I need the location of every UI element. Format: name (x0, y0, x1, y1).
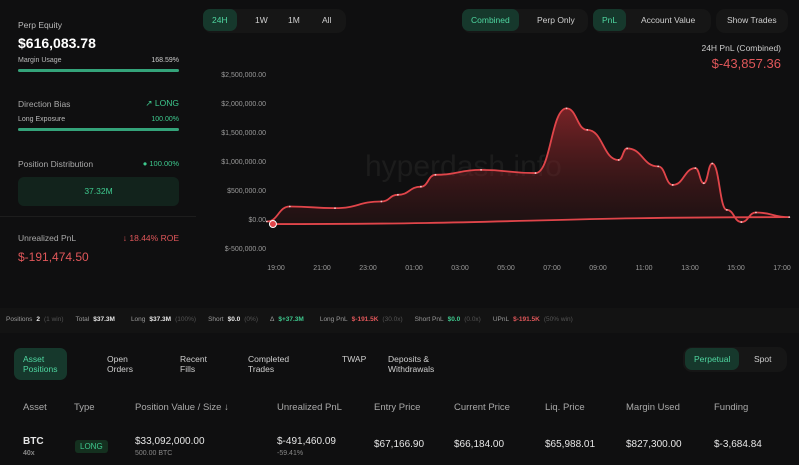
stat-label: UPnL (492, 316, 510, 323)
market-tab-spot[interactable]: Spot (745, 348, 781, 370)
data-point (480, 168, 482, 171)
stat-value: $-191.5K (513, 316, 540, 323)
data-point (397, 193, 399, 196)
stats-row: Positions 2 (1 win) Total $37.3M Long $37.3M (1… (6, 316, 585, 323)
col-margin-used: Margin Used (626, 402, 680, 413)
stat-7: UPnL $-191.5K (50% win) (493, 316, 581, 323)
stat-note: (50% win) (543, 316, 573, 323)
data-point (711, 162, 714, 165)
data-point (334, 207, 336, 210)
stat-label: Long PnL (319, 316, 348, 323)
col-liq-price: Liq. Price (545, 402, 585, 413)
data-point (671, 184, 674, 186)
tab-open-orders[interactable]: Open Orders (98, 348, 142, 380)
tab-twap[interactable]: TWAP (333, 348, 375, 370)
data-point (740, 221, 743, 223)
data-point (288, 205, 291, 208)
data-point (702, 182, 705, 185)
data-point (725, 209, 728, 211)
stat-note: (0%) (244, 316, 258, 323)
stat-label: Long (130, 316, 146, 323)
tab-completed-trades[interactable]: Completed Trades (239, 348, 298, 380)
data-point (755, 211, 757, 214)
position-value: $33,092,000.00 500.00 BTC (135, 436, 205, 457)
col-asset: Asset (23, 402, 47, 413)
liq-price: $65,988.01 (545, 439, 596, 450)
col-position-value[interactable]: Position Value / Size ↓ (135, 402, 229, 413)
stat-value: $+37.3M (278, 316, 304, 323)
data-point (534, 172, 537, 174)
col-entry-price: Entry Price (374, 402, 421, 413)
data-point (586, 128, 589, 131)
stat-2: Long $37.3M (100%) (131, 316, 204, 323)
stat-4: Δ $+37.3M (270, 316, 316, 323)
asset: BTC 40x (23, 436, 44, 457)
data-point (434, 173, 437, 176)
leverage: 40x (23, 450, 35, 457)
stat-note: (0.0x) (464, 316, 481, 323)
market-tabs: Perpetual Spot (683, 347, 787, 372)
position-size: 500.00 BTC (135, 450, 173, 457)
data-point (617, 159, 620, 161)
stat-value: $37.3M (93, 316, 115, 323)
entry-price: $67,166.90 (374, 439, 425, 450)
stat-value: 2 (36, 316, 40, 323)
stat-value: $0.0 (447, 316, 461, 323)
col-type: Type (74, 402, 95, 413)
stat-note: (30.0x) (382, 316, 403, 323)
current-price: $66,184.00 (454, 439, 505, 450)
col-unrealized-pnl: Unrealized PnL (277, 402, 342, 413)
stat-label: Short (208, 316, 224, 323)
data-point (626, 147, 629, 150)
stat-label: Total (75, 316, 90, 323)
unrealized-pnl: $-491,460.09 -59.41% (277, 436, 336, 457)
stat-0: Positions 2 (1 win) (6, 316, 72, 323)
stat-note: (1 win) (44, 316, 64, 323)
margin-used: $827,300.00 (626, 439, 682, 450)
upnl-percent: -59.41% (277, 450, 304, 457)
data-point (265, 220, 268, 223)
stat-label: Δ (270, 316, 275, 323)
type-badge: LONG (75, 440, 108, 453)
data-point (380, 200, 383, 203)
stat-5: Long PnL $-191.5K (30.0x) (320, 316, 411, 323)
tab-recent-fills[interactable]: Recent Fills (171, 348, 216, 380)
tab-asset-positions[interactable]: Asset Positions (14, 348, 67, 380)
stat-value: $-191.5K (351, 316, 379, 323)
stat-6: Short PnL $0.0 (0.0x) (415, 316, 489, 323)
stat-label: Positions (6, 316, 33, 323)
stat-value: $37.3M (149, 316, 172, 323)
data-point (565, 107, 568, 110)
stat-value: $0.0 (227, 316, 241, 323)
market-tab-perpetual[interactable]: Perpetual (685, 348, 740, 370)
funding: $-3,684.84 (714, 439, 762, 450)
stat-1: Total $37.3M (76, 316, 127, 323)
col-current-price: Current Price (454, 402, 510, 413)
stat-label: Short PnL (414, 316, 444, 323)
data-point (657, 165, 660, 168)
col-funding: Funding (714, 402, 749, 413)
stat-note: (100%) (175, 316, 197, 323)
tab-deposits-withdrawals[interactable]: Deposits & Withdrawals (379, 348, 443, 380)
data-point (420, 185, 422, 188)
data-point (788, 216, 791, 219)
data-point (694, 167, 697, 170)
stat-3: Short $0.0 (0%) (208, 316, 266, 323)
current-point (268, 220, 277, 229)
pnl-chart[interactable] (0, 0, 799, 300)
